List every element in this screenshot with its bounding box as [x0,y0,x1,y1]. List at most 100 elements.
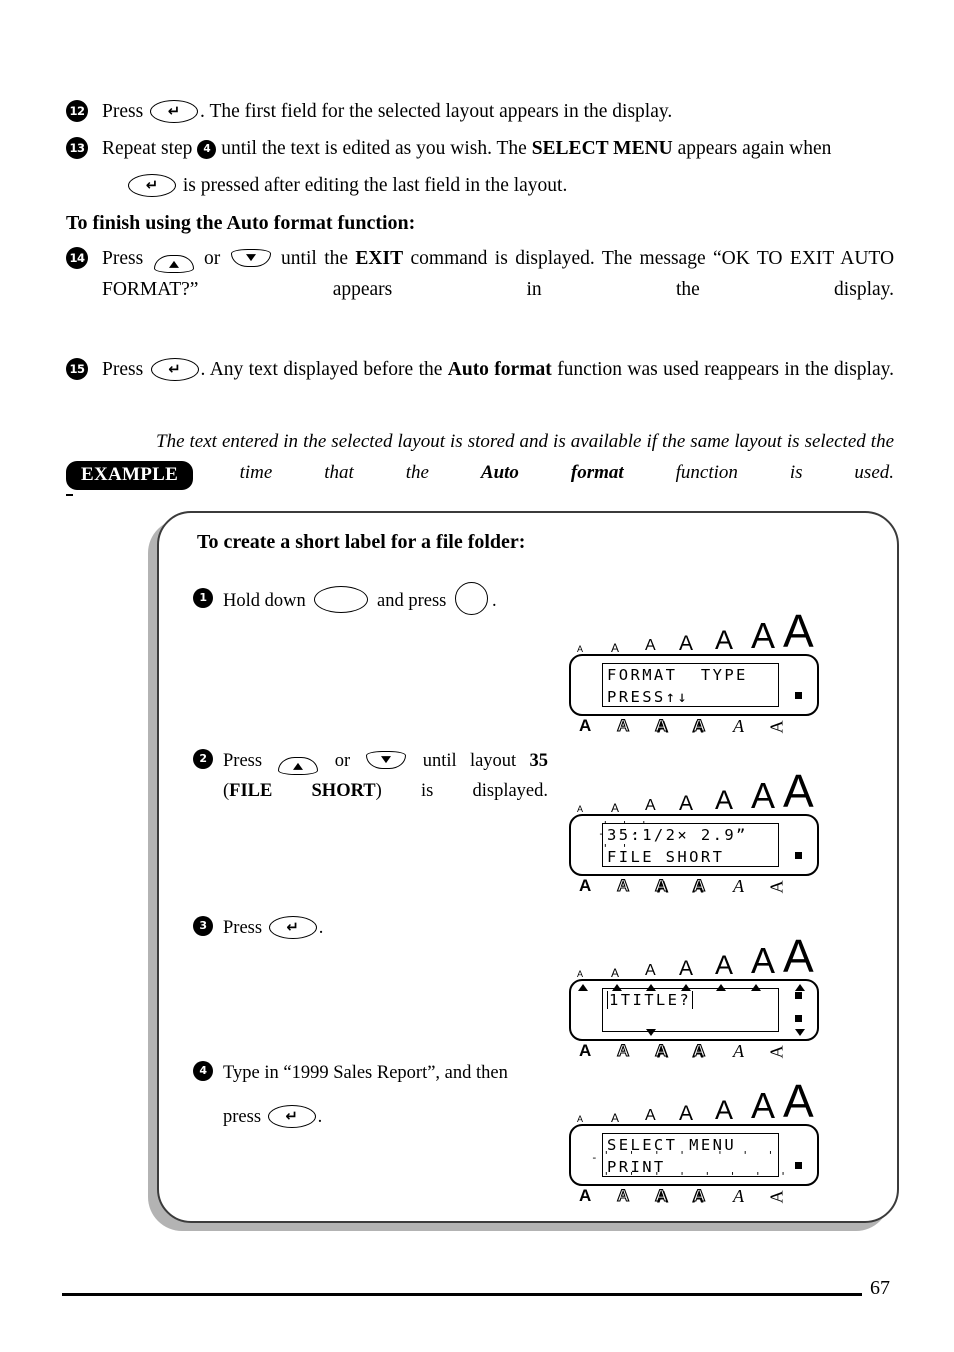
enter-key-icon[interactable]: ↵ [268,916,317,940]
step-14-or: or [203,248,221,269]
marker-up-icon [578,984,588,991]
enter-key-icon[interactable]: ↵ [128,174,176,198]
lcd3-cursor-char: 1TITLE? [607,991,694,1009]
style-indicator-vertical: A [766,1045,787,1059]
enter-key-icon[interactable]: ↵ [267,1105,316,1129]
size-indicator-a: A [611,641,620,655]
size-indicator-a: A [645,637,656,654]
style-indicator-italic: A [733,876,744,896]
style-indicator-outline: A [616,1186,630,1205]
marker-down-icon [646,1029,656,1036]
lcd2-blink-top: ' ' ' [602,819,651,832]
example-step-2: 2 Press or until layout 35 (FILE SHORT) … [193,746,548,842]
ex4-text-a: Type in “1999 Sales Report”, and then [223,1063,508,1083]
lcd3-size-indicators: A A A A A A A [569,933,819,979]
step-12: 12 Press ↵ . The first field for the sele… [66,96,894,127]
lcd4-frame: SELECT MENU PRINT ' ' ' ' ' ' ' ' ' ' ' … [569,1124,819,1186]
enter-arrow-glyph: ↵ [168,359,181,378]
size-indicator-a: A [577,644,584,654]
enter-arrow-glyph: ↵ [167,101,181,120]
example-step-3-body: Press ↵. [223,913,548,943]
example-step-2-body: Press or until layout 35 (FILE SHORT) is… [223,746,548,836]
style-indicator-vertical: A [766,720,787,734]
ex2-text-b: until layout [422,751,517,771]
example-step-4-body: Type in “1999 Sales Report”, and then pr… [223,1058,548,1162]
step-12-body: Press ↵ . The first field for the selecte… [102,96,894,127]
ex2-text-a: Press [223,751,263,771]
enter-key-icon[interactable]: ↵ [150,100,199,124]
lcd3-style-indicators: A A A A A A [569,1041,819,1064]
lcd4-blink-bottom: ' ' ' ' ' ' ' ' [603,1170,793,1183]
step-14-text-b: until the [281,248,349,269]
example-badge: EXAMPLE [66,461,194,490]
lcd3-screen: 1TITLE? _ [602,988,779,1032]
section-heading: To finish using the Auto format function… [66,212,416,234]
ex1-text-c: . [491,590,497,611]
circle-blank-key-icon[interactable] [454,582,488,615]
step-14: 14 Press or until the EXIT command is di… [66,243,894,336]
step-12-text-before: Press [102,101,144,122]
step-13: 13 Repeat step 4 until the text is edite… [66,133,894,201]
instruction-steps-top: 12 Press ↵ . The first field for the sele… [66,96,894,207]
example-step-4: 4 Type in “1999 Sales Report”, and then … [193,1058,548,1168]
step-15-text-a: Press [102,359,144,380]
size-indicator-a: A [611,801,620,815]
example-step-1-body: Hold down and press . [223,582,548,618]
lcd-display-1: A A A A A A A FORMAT TYPE PRESS↑↓ A A A … [569,608,819,739]
style-indicator-shadow-alt: A [692,876,706,895]
up-arrow-key-icon[interactable] [153,254,194,273]
down-arrow-key-icon[interactable] [230,248,271,267]
size-indicator-a: A [783,605,814,657]
size-indicator-a: A [715,1095,734,1125]
step-13-body: Repeat step 4 until the text is edited a… [102,133,894,201]
size-indicator-a: A [751,775,776,816]
size-indicator-a: A [679,632,694,655]
enter-key-icon[interactable]: ↵ [150,358,199,382]
step-12-text-after: . The first field for the selected layou… [200,101,673,122]
down-arrow-key-icon[interactable] [366,750,407,769]
ex4-text-c: . [317,1107,323,1127]
size-indicator-a: A [751,615,776,656]
style-indicator-normal: A [579,876,592,895]
enter-arrow-glyph: ↵ [285,1106,298,1125]
up-arrow-key-icon[interactable] [278,756,319,775]
lcd2-status-square [795,852,802,859]
size-indicator-a: A [679,792,694,815]
lcd1-status-square [795,692,802,699]
style-indicator-outline: A [616,876,630,895]
note-bold-auto-format: Auto format [480,462,624,483]
oval-blank-key-icon[interactable] [314,586,369,613]
ex1-text-a: Hold down [223,590,306,611]
step-15-text-c: function was used reappears in the displ… [557,359,894,380]
lcd3-status-square-top [795,992,802,999]
lcd4-blink-mid: ' ' ' ' ' ' ' [603,1149,780,1162]
size-indicator-a: A [645,1107,656,1124]
size-indicator-a: A [783,1075,814,1127]
size-indicator-a: A [751,940,776,981]
size-indicator-a: A [577,1114,584,1124]
style-indicator-normal: A [579,1186,592,1205]
lcd2-size-indicators: A A A A A A A [569,768,819,814]
step-13-text-b: until the text is edited as you wish. Th… [221,138,527,159]
step-number-badge: 3 [193,916,213,936]
lcd2-blink-bottom: ' ' [602,842,631,855]
lcd4-size-indicators: A A A A A A A [569,1078,819,1124]
size-indicator-a: A [715,785,734,815]
style-indicator-normal: A [579,1041,592,1060]
ex2-bold-35: 35 [529,751,549,771]
size-indicator-a: A [611,1111,620,1125]
step-number-badge: 15 [66,358,88,380]
size-indicator-a: A [783,765,814,817]
style-indicator-italic: A [733,1041,744,1061]
step-number-badge: 13 [66,137,88,159]
lcd-display-2: A A A A A A A 35:1/2× 2.9” FILE SHORT ' … [569,768,819,899]
note-text-b: function is used. [675,462,895,483]
footer-rule [62,1293,862,1296]
step-13-bold-select-menu: SELECT MENU [531,138,673,159]
down-triangle-glyph [245,253,256,261]
lcd4-style-indicators: A A A A A A [569,1186,819,1209]
example-box: To create a short label for a file folde… [157,511,899,1223]
down-triangle-glyph [381,755,392,763]
lcd3-frame: 1TITLE? _ [569,979,819,1041]
up-triangle-glyph [293,762,304,770]
